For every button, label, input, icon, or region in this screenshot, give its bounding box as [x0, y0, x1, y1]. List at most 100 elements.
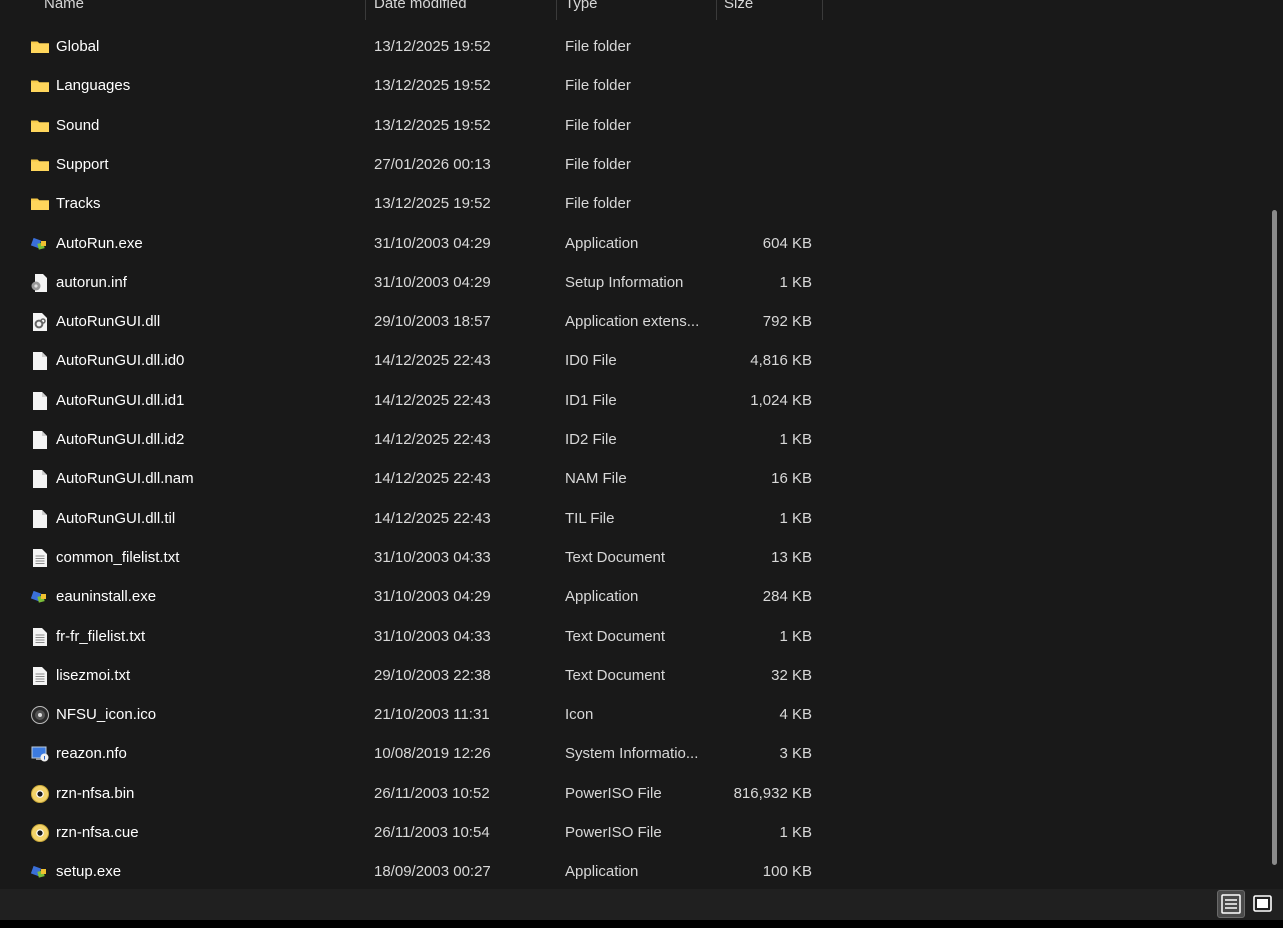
file-type: File folder	[565, 195, 631, 212]
file-size	[700, 66, 812, 105]
file-date-modified: 14/12/2025 22:43	[374, 470, 491, 487]
file-row[interactable]: common_filelist.txt 31/10/2003 04:33 Text …	[0, 538, 1270, 577]
column-header-name[interactable]: Name	[44, 0, 84, 14]
large-icons-view-icon	[1253, 895, 1272, 912]
text-document-icon	[30, 548, 50, 568]
file-size: 1 KB	[779, 431, 812, 448]
generic-file-icon	[30, 509, 50, 529]
file-type: File folder	[565, 38, 631, 55]
application-icon	[30, 234, 50, 254]
file-type: Text Document	[565, 549, 666, 566]
file-row[interactable]: lisezmoi.txt 29/10/2003 22:38 Text Documen…	[0, 656, 1270, 695]
file-row[interactable]: Languages 13/12/2025 19:52 File folder	[0, 66, 1270, 105]
file-type: ID2 File	[565, 431, 617, 448]
file-size: 4 KB	[779, 706, 812, 723]
file-size: 32 KB	[771, 667, 812, 684]
file-row[interactable]: setup.exe 18/09/2003 00:27 Application 100 …	[0, 852, 1270, 891]
file-type: System Informatio...	[565, 745, 699, 762]
column-header-type[interactable]: Type	[565, 0, 598, 14]
file-type: NAM File	[565, 470, 627, 487]
file-name: AutoRunGUI.dll.nam	[56, 470, 194, 487]
file-date-modified: 31/10/2003 04:29	[374, 235, 491, 252]
details-view-button[interactable]	[1217, 890, 1245, 918]
text-document-icon	[30, 627, 50, 647]
file-date-modified: 14/12/2025 22:43	[374, 431, 491, 448]
column-divider[interactable]	[716, 0, 717, 20]
file-row[interactable]: eauninstall.exe 31/10/2003 04:29 Applicati…	[0, 577, 1270, 616]
file-row[interactable]: Sound 13/12/2025 19:52 File folder	[0, 106, 1270, 145]
folder-icon	[30, 194, 50, 214]
file-date-modified: 10/08/2019 12:26	[374, 745, 491, 762]
file-size: 816,932 KB	[733, 785, 812, 802]
file-type: ID0 File	[565, 352, 617, 369]
column-divider[interactable]	[822, 0, 823, 20]
file-name: AutoRunGUI.dll.id0	[56, 352, 185, 369]
column-header: Name Date modified Type Size	[0, 0, 1283, 20]
file-name: fr-fr_filelist.txt	[56, 628, 146, 645]
file-type: TIL File	[565, 510, 615, 527]
file-date-modified: 21/10/2003 11:31	[374, 706, 490, 723]
file-type: PowerISO File	[565, 785, 662, 802]
file-name: rzn-nfsa.cue	[56, 824, 139, 841]
file-type: Text Document	[565, 667, 666, 684]
file-row[interactable]: AutoRunGUI.dll.til 14/12/2025 22:43 TIL Fi…	[0, 499, 1270, 538]
file-name: reazon.nfo	[56, 745, 127, 762]
generic-file-icon	[30, 469, 50, 489]
file-name: rzn-nfsa.bin	[56, 785, 135, 802]
file-type: Icon	[565, 706, 594, 723]
file-date-modified: 14/12/2025 22:43	[374, 392, 491, 409]
file-size: 1 KB	[779, 824, 812, 841]
system-info-icon	[30, 744, 50, 764]
file-row[interactable]: AutoRunGUI.dll.nam 14/12/2025 22:43 NAM Fi…	[0, 459, 1270, 498]
folder-icon	[30, 155, 50, 175]
file-size: 604 KB	[762, 235, 812, 252]
file-row[interactable]: AutoRun.exe 31/10/2003 04:29 Application 60…	[0, 224, 1270, 263]
file-size	[700, 106, 812, 145]
file-row[interactable]: Global 13/12/2025 19:52 File folder	[0, 27, 1270, 66]
file-date-modified: 13/12/2025 19:52	[374, 38, 491, 55]
file-size: 1 KB	[779, 274, 812, 291]
column-header-date[interactable]: Date modified	[374, 0, 467, 14]
file-row[interactable]: reazon.nfo 10/08/2019 12:26 System Informa…	[0, 734, 1270, 773]
file-row[interactable]: autorun.inf 31/10/2003 04:29 Setup Informa…	[0, 263, 1270, 302]
file-name: AutoRunGUI.dll.til	[56, 510, 176, 527]
folder-icon	[30, 37, 50, 57]
file-type: Application extens...	[565, 313, 700, 330]
file-row[interactable]: AutoRunGUI.dll.id2 14/12/2025 22:43 ID2 Fi…	[0, 420, 1270, 459]
file-date-modified: 18/09/2003 00:27	[374, 863, 491, 880]
file-name: AutoRun.exe	[56, 235, 143, 252]
file-name: common_filelist.txt	[56, 549, 180, 566]
file-date-modified: 26/11/2003 10:54	[374, 824, 490, 841]
text-document-icon	[30, 666, 50, 686]
file-date-modified: 13/12/2025 19:52	[374, 117, 491, 134]
folder-icon	[30, 76, 50, 96]
file-row[interactable]: Tracks 13/12/2025 19:52 File folder	[0, 184, 1270, 223]
file-size	[700, 184, 812, 223]
column-header-size[interactable]: Size	[724, 0, 753, 14]
file-type: Text Document	[565, 628, 666, 645]
large-icons-view-button[interactable]	[1249, 890, 1277, 918]
file-row[interactable]: NFSU_icon.ico 21/10/2003 11:31 Icon 4 KB	[0, 695, 1270, 734]
scrollbar-thumb[interactable]	[1272, 210, 1277, 865]
file-row[interactable]: rzn-nfsa.cue 26/11/2003 10:54 PowerISO Fil…	[0, 813, 1270, 852]
column-divider[interactable]	[365, 0, 366, 20]
file-row[interactable]: AutoRunGUI.dll.id1 14/12/2025 22:43 ID1 Fi…	[0, 381, 1270, 420]
file-name: Languages	[56, 77, 131, 94]
generic-file-icon	[30, 351, 50, 371]
file-type: PowerISO File	[565, 824, 662, 841]
file-row[interactable]: Support 27/01/2026 00:13 File folder	[0, 145, 1270, 184]
file-row[interactable]: AutoRunGUI.dll 29/10/2003 18:57 Applicatio…	[0, 302, 1270, 341]
application-icon	[30, 587, 50, 607]
file-type: ID1 File	[565, 392, 617, 409]
file-row[interactable]: rzn-nfsa.bin 26/11/2003 10:52 PowerISO Fil…	[0, 774, 1270, 813]
file-row[interactable]: fr-fr_filelist.txt 31/10/2003 04:33 Text D…	[0, 617, 1270, 656]
file-size: 284 KB	[762, 588, 812, 605]
file-date-modified: 31/10/2003 04:33	[374, 628, 491, 645]
file-date-modified: 29/10/2003 22:38	[374, 667, 491, 684]
column-divider[interactable]	[556, 0, 557, 20]
vertical-scrollbar[interactable]	[1270, 20, 1283, 889]
file-size: 1,024 KB	[750, 392, 812, 409]
disc-image-icon	[30, 823, 50, 843]
file-name: Global	[56, 38, 100, 55]
file-row[interactable]: AutoRunGUI.dll.id0 14/12/2025 22:43 ID0 Fi…	[0, 341, 1270, 380]
